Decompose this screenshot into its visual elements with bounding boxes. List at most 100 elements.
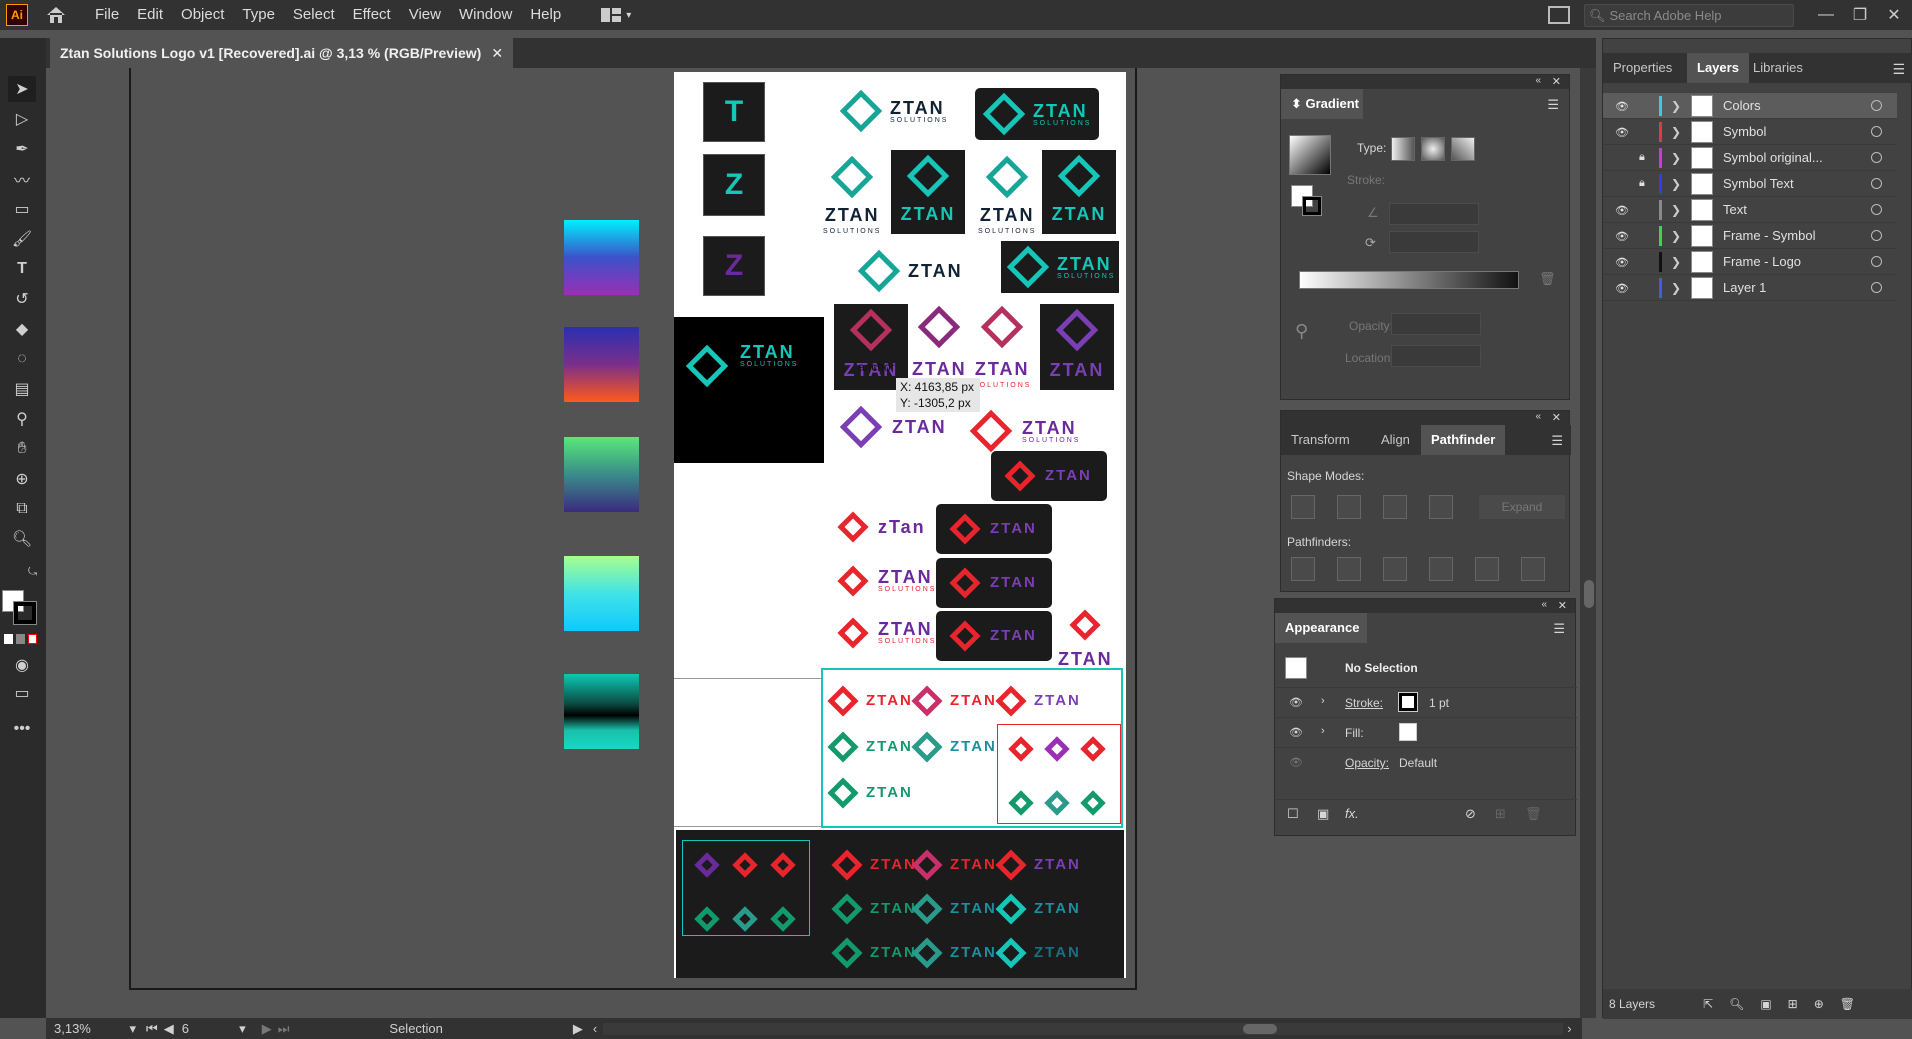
chevron-right-icon[interactable]: ❯ [1671,99,1681,113]
outline-button[interactable] [1475,557,1499,581]
swatch-teal-black[interactable] [564,674,639,749]
last-artboard-icon[interactable]: ⏭ [278,1021,290,1037]
chevron-right-icon[interactable]: ❯ [1671,255,1681,269]
menu-edit[interactable]: Edit [128,0,172,30]
tab-align[interactable]: Align [1371,425,1420,455]
close-panel-icon[interactable]: ✕ [1558,599,1567,612]
menu-type[interactable]: Type [233,0,284,30]
panel-menu-icon[interactable]: ☰ [1553,621,1565,637]
symbol-tile-1[interactable]: T [703,82,765,142]
next-artboard-icon[interactable]: ▶ [262,1021,272,1037]
target-icon[interactable] [1871,152,1882,163]
zoom-tool-icon[interactable]: 🔍︎ [8,526,36,552]
add-stroke-icon[interactable]: ☐ [1287,806,1299,822]
fill-swatch[interactable] [1399,723,1417,741]
freeform-gradient-button[interactable] [1451,137,1475,161]
menu-select[interactable]: Select [284,0,344,30]
document-tab[interactable]: Ztan Solutions Logo v1 [Recovered].ai @ … [50,38,514,68]
scroll-right-icon[interactable]: › [1567,1021,1571,1036]
stroke-swatch[interactable] [1398,692,1418,712]
logo-dark-stack-1[interactable]: ZTAN [936,504,1052,554]
horizontal-scrollbar[interactable] [603,1022,1564,1035]
logo-teal-vertical-dark-1[interactable]: ZTAN [891,150,965,234]
dark-variant-green-3[interactable]: ZTAN [995,893,1081,925]
search-input[interactable]: 🔍︎ Search Adobe Help [1584,4,1794,27]
prev-artboard-icon[interactable]: ◀ [164,1021,174,1037]
menu-object[interactable]: Object [172,0,233,30]
direct-selection-tool-icon[interactable]: ▷ [8,106,36,132]
scroll-left-icon[interactable]: ‹ [593,1021,597,1036]
layer-name[interactable]: Frame - Logo [1723,254,1801,269]
expand-button[interactable]: Expand [1479,495,1565,519]
close-window-button[interactable]: ✕ [1876,0,1912,30]
stroke-color-swatch[interactable] [13,601,37,625]
first-artboard-icon[interactable]: ⏮ [146,1021,158,1037]
close-panel-icon[interactable]: ✕ [1552,75,1561,88]
dark-variant-red-2[interactable]: ZTAN [911,849,997,881]
curvature-tool-icon[interactable]: 〰 [8,166,36,192]
stroke-indicator[interactable] [1302,196,1322,216]
linear-gradient-button[interactable] [1391,137,1415,161]
target-icon[interactable] [1871,256,1882,267]
chevron-right-icon[interactable]: ❯ [1671,151,1681,165]
eye-icon[interactable]: 👁︎ [1615,230,1631,243]
intersect-button[interactable] [1383,495,1407,519]
tab-layers[interactable]: Layers [1687,53,1749,83]
target-icon[interactable] [1871,178,1882,189]
logo-purple-dark-vertical-2[interactable]: ZTAN [1040,304,1114,390]
workspace-switcher-icon[interactable]: ▾ [600,7,631,23]
screen-mode-icon[interactable]: ▭ [8,680,36,706]
rotate-tool-icon[interactable]: ↺ [8,286,36,312]
lock-icon[interactable]: 🔒︎ [1639,177,1651,189]
target-icon[interactable] [1871,282,1882,293]
draw-mode-icon[interactable]: ◉ [8,652,36,678]
layer-row[interactable]: 👁︎ ❯ Frame - Logo [1603,249,1897,275]
menu-file[interactable]: File [86,0,128,30]
chevron-right-icon[interactable]: › [1321,725,1325,737]
selection-tool-icon[interactable]: ➤ [8,76,36,102]
menu-effect[interactable]: Effect [344,0,400,30]
logo-dark-stack-2[interactable]: ZTAN [936,558,1052,608]
layer-row[interactable]: 🔒︎ ❯ Symbol Text [1603,171,1897,197]
logo-variant-green-3[interactable]: ZTAN [827,777,913,809]
target-icon[interactable] [1871,100,1882,111]
lock-icon[interactable]: 🔒︎ [1639,151,1651,163]
symbol-tile-3[interactable]: Z [703,236,765,296]
delete-stop-icon[interactable]: 🗑︎ [1539,271,1556,287]
logo-purple-vertical-2[interactable]: ZTAN SOLUTIONS [973,305,1031,389]
exclude-button[interactable] [1429,495,1453,519]
delete-layer-icon[interactable]: 🗑︎ [1840,997,1855,1011]
layer-name[interactable]: Colors [1723,98,1761,113]
tab-pathfinder[interactable]: Pathfinder [1421,425,1506,455]
trim-button[interactable] [1337,557,1361,581]
eraser-tool-icon[interactable]: ◆ [8,316,36,342]
chevron-right-icon[interactable]: ❯ [1671,203,1681,217]
collapse-icon[interactable]: « [1535,411,1541,422]
target-icon[interactable] [1871,126,1882,137]
logo-red-vertical[interactable]: ZTAN [1058,609,1113,668]
restore-button[interactable]: ❐ [1842,0,1878,30]
new-sublayer-icon[interactable]: ⊞ [1788,997,1798,1011]
target-icon[interactable] [1871,230,1882,241]
minus-front-button[interactable] [1337,495,1361,519]
logo-variant-purple-1[interactable]: ZTAN [995,685,1081,717]
export-icon[interactable]: ⇱ [1703,997,1713,1011]
logo-teal-vertical-1[interactable]: ZTAN SOLUTIONS [823,155,881,235]
home-icon[interactable] [36,0,76,30]
stroke-row[interactable]: 👁︎ › Stroke: 1 pt [1275,687,1577,717]
logo-variant-red-1[interactable]: ZTAN [827,685,913,717]
minus-back-button[interactable] [1521,557,1545,581]
logo-red-horizontal-1[interactable]: ZTAN SOLUTIONS [837,564,936,597]
menu-help[interactable]: Help [521,0,570,30]
make-clipping-mask-icon[interactable]: ▣ [1760,997,1771,1011]
scrollbar-thumb[interactable] [1243,1023,1278,1034]
swatch-green-indigo[interactable] [564,437,639,512]
fx-icon[interactable]: fx. [1345,806,1359,821]
logo-variant-red-2[interactable]: ZTAN [911,685,997,717]
dark-variant-green-5[interactable]: ZTAN [911,937,997,969]
logo-teal-horizontal-2[interactable]: ZTAN [857,249,963,293]
location-field[interactable] [1391,345,1481,367]
gradient-preview[interactable] [1289,135,1331,175]
radial-gradient-button[interactable] [1421,137,1445,161]
visibility-toggle[interactable] [1615,178,1631,190]
